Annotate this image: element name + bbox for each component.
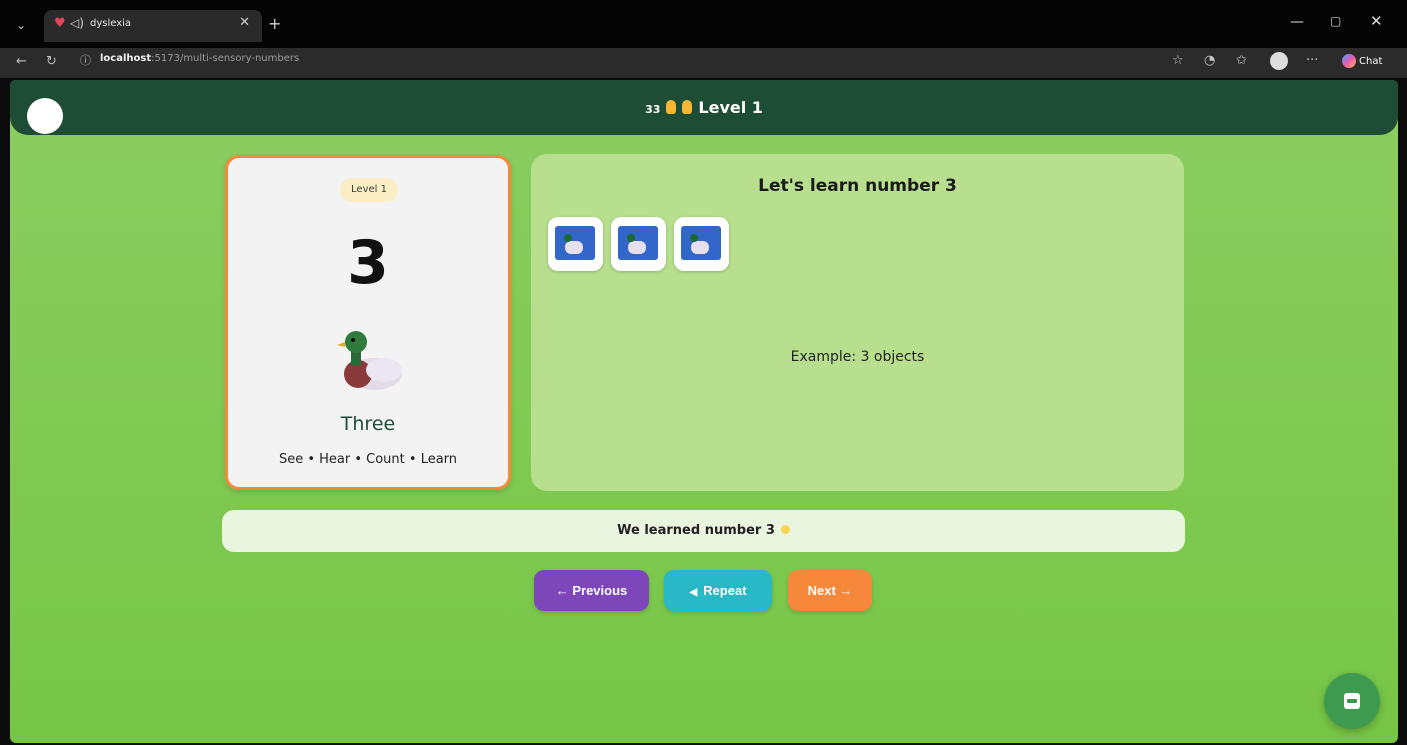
duck-icon [618, 226, 658, 260]
duck-icon [555, 226, 595, 260]
assistant-fab[interactable] [1324, 673, 1380, 729]
back-icon[interactable]: ← [16, 54, 27, 69]
favorite-star-icon[interactable]: ☆ [1172, 53, 1184, 68]
browser-toolbar: ← ↻ ⓘ localhost:5173/multi-sensory-numbe… [0, 48, 1407, 78]
learn-panel: Let's learn number 3 Example: 3 objects [531, 154, 1184, 491]
learn-title: Let's learn number 3 [758, 176, 957, 196]
level-badge: Level 1 [340, 178, 398, 202]
profile-avatar[interactable] [1270, 52, 1288, 70]
window-close-icon[interactable]: ✕ [1370, 12, 1383, 30]
minimize-icon[interactable]: — [1290, 14, 1304, 30]
object-tile[interactable] [611, 217, 666, 271]
repeat-button[interactable]: ◀ Repeat [664, 570, 772, 611]
sparkle-icon [780, 525, 790, 534]
site-info-icon[interactable]: ⓘ [80, 52, 91, 68]
url-text: localhost:5173/multi-sensory-numbers [100, 53, 299, 64]
new-tab-icon[interactable]: + [268, 14, 281, 33]
tab-audio-icon[interactable]: ◁) [70, 16, 84, 30]
browser-tabbar: ⌄ ♥ ◁) dyslexia ✕ + — ▢ ✕ [0, 0, 1407, 48]
example-text: Example: 3 objects [790, 349, 925, 365]
copilot-chat-button[interactable]: Chat [1336, 52, 1388, 72]
browser-tab[interactable]: ♥ ◁) dyslexia ✕ [44, 10, 262, 42]
header-badge: 33 [645, 103, 661, 116]
tab-title: dyslexia [90, 18, 132, 29]
robot-icon [1344, 693, 1360, 709]
tab-actions-menu-icon[interactable]: ⌄ [8, 14, 34, 36]
repeat-label: Repeat [703, 583, 747, 598]
more-options-icon[interactable]: ··· [1306, 53, 1318, 68]
speaker-icon: ◀ [689, 587, 698, 598]
big-number: 3 [347, 228, 389, 298]
level-title: Level 1 [698, 98, 763, 117]
senses-caption: See • Hear • Count • Learn [278, 452, 458, 467]
previous-button[interactable]: ← Previous [534, 570, 649, 611]
extensions-icon[interactable]: ◔ [1204, 53, 1215, 68]
object-tile[interactable] [548, 217, 603, 271]
hand-icon [666, 100, 677, 114]
header-title: 33 Level 1 [10, 98, 1398, 117]
refresh-icon[interactable]: ↻ [46, 54, 57, 69]
site-favicon-icon: ♥ [54, 16, 66, 31]
favorites-icon[interactable]: ✩ [1236, 53, 1247, 68]
number-word: Three [340, 413, 396, 435]
tab-close-icon[interactable]: ✕ [239, 15, 250, 30]
copilot-icon [1342, 54, 1356, 68]
maximize-icon[interactable]: ▢ [1330, 14, 1341, 28]
number-card[interactable]: Level 1 3 Three See • Hear • Count • Lea… [225, 155, 511, 490]
message-bar: We learned number 3 [222, 510, 1185, 552]
hand-icon [682, 100, 693, 114]
app-header: 33 Level 1 [10, 80, 1398, 135]
chat-label: Chat [1359, 56, 1383, 67]
message-text: We learned number 3 [617, 523, 775, 538]
page-viewport: 33 Level 1 Level 1 3 Three See • Hear • C… [10, 80, 1398, 743]
duck-icon [337, 331, 402, 390]
next-button[interactable]: Next → [788, 570, 872, 611]
url-host: localhost [100, 53, 152, 64]
url-path: :5173/multi-sensory-numbers [151, 53, 300, 64]
object-tile[interactable] [674, 217, 729, 271]
duck-icon [681, 226, 721, 260]
